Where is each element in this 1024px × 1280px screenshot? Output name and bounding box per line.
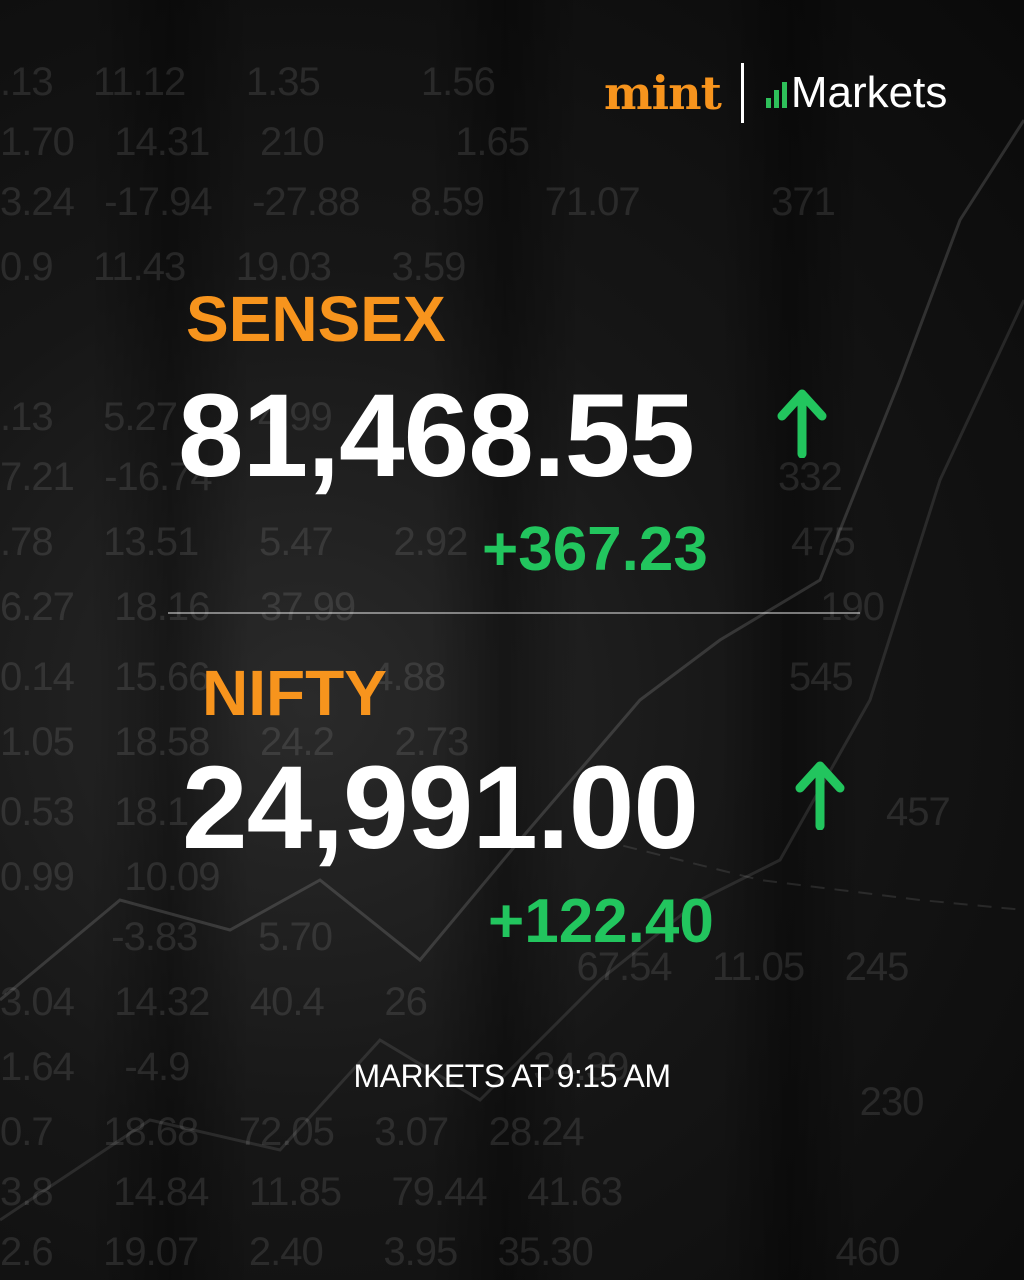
timestamp-caption: MARKETS AT 9:15 AM: [0, 1058, 1024, 1095]
index-value-sensex: 81,468.55: [178, 370, 695, 502]
market-update-card: .13 11.12 1.35 1.56 1.70 14.31 210 1.65 …: [0, 0, 1024, 1280]
index-change-sensex: +367.23: [482, 515, 708, 584]
index-change-nifty: +122.40: [488, 887, 714, 956]
section-divider: [168, 612, 860, 614]
arrow-up-icon: [777, 389, 827, 458]
brand-logo: mint Markets: [604, 62, 947, 124]
index-name-nifty: NIFTY: [202, 657, 387, 729]
logo-divider: [740, 63, 744, 123]
bar-chart-icon: [765, 78, 787, 108]
mint-wordmark: mint: [604, 66, 722, 120]
arrow-up-icon: [795, 761, 845, 830]
index-name-sensex: SENSEX: [186, 283, 446, 355]
timestamp-text: MARKETS AT 9:15 AM: [353, 1058, 671, 1094]
index-value-nifty: 24,991.00: [182, 742, 699, 874]
markets-wordmark: Markets: [790, 68, 948, 117]
